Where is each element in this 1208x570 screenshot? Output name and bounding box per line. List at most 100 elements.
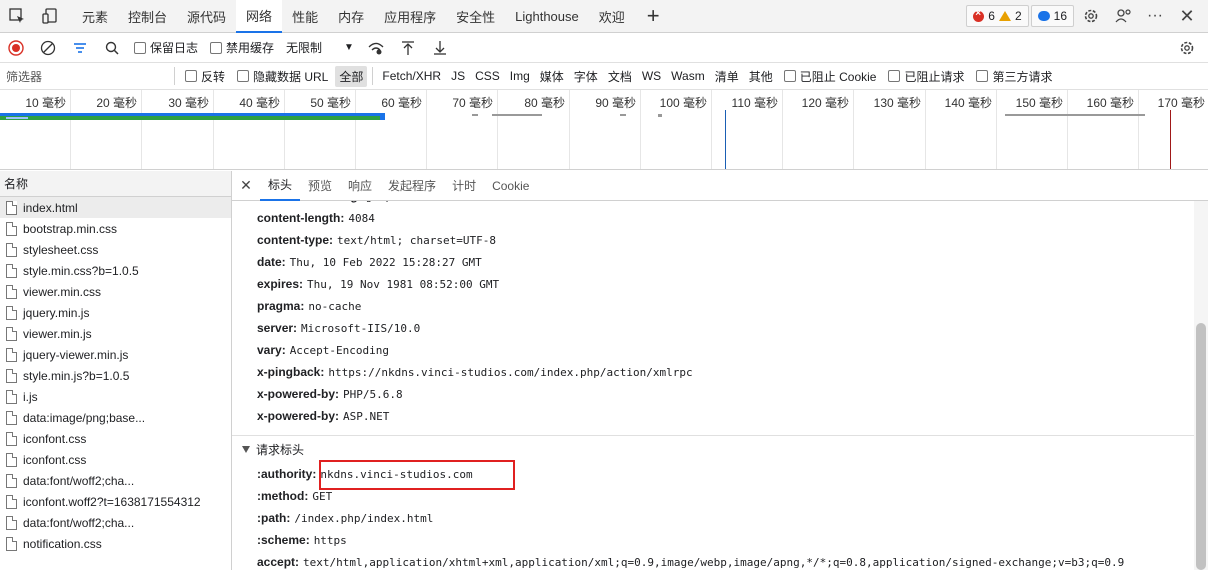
header-value: Accept-Encoding: [289, 344, 390, 357]
request-name: viewer.min.css: [23, 284, 102, 299]
timeline-tick-label: 140 毫秒: [944, 96, 992, 110]
inspect-element-icon[interactable]: [0, 0, 33, 33]
tab-1[interactable]: 控制台: [118, 0, 177, 33]
request-row[interactable]: data:image/png;base...: [0, 407, 231, 428]
request-row[interactable]: i.js: [0, 386, 231, 407]
resource-type-4[interactable]: Img: [506, 67, 534, 85]
resource-type-10[interactable]: 清单: [711, 66, 743, 87]
name-column-header[interactable]: 名称: [0, 171, 231, 197]
checkbox-box[interactable]: [976, 70, 989, 82]
file-icon: [6, 200, 17, 215]
import-har-icon[interactable]: [392, 33, 424, 63]
request-headers-section-toggle[interactable]: 请求标头: [232, 435, 1194, 463]
tab-2[interactable]: 源代码: [177, 0, 236, 33]
details-tab-1[interactable]: 预览: [300, 171, 340, 201]
disable-cache-checkbox[interactable]: 禁用缓存: [210, 39, 274, 56]
filter-icon[interactable]: [64, 33, 96, 63]
resource-type-8[interactable]: WS: [638, 67, 665, 85]
blocked-requests-checkbox[interactable]: 已阻止请求: [888, 68, 964, 85]
checkbox-box[interactable]: [185, 70, 197, 82]
header-name: pragma:: [257, 299, 305, 313]
request-row[interactable]: stylesheet.css: [0, 239, 231, 260]
filter-input[interactable]: 筛选器: [2, 65, 170, 87]
request-row[interactable]: viewer.min.js: [0, 323, 231, 344]
resource-type-5[interactable]: 媒体: [536, 66, 568, 87]
more-options-icon[interactable]: ···: [1140, 1, 1170, 31]
resource-type-0[interactable]: 全部: [335, 65, 368, 87]
request-row[interactable]: notification.css: [0, 533, 231, 554]
hide-data-urls-checkbox[interactable]: 隐藏数据 URL: [237, 68, 328, 85]
network-conditions-icon[interactable]: [360, 33, 392, 63]
checkbox-box[interactable]: [237, 70, 250, 82]
close-devtools-icon[interactable]: ✕: [1172, 1, 1202, 31]
request-row[interactable]: data:font/woff2;cha...: [0, 470, 231, 491]
details-scrollbar[interactable]: [1194, 201, 1208, 570]
preserve-log-checkbox[interactable]: 保留日志: [134, 39, 198, 56]
close-details-icon[interactable]: ✕: [232, 177, 260, 194]
request-row[interactable]: jquery-viewer.min.js: [0, 344, 231, 365]
device-emulation-icon[interactable]: [33, 0, 66, 33]
request-name: viewer.min.js: [23, 326, 92, 341]
header-value: Thu, 10 Feb 2022 15:28:27 GMT: [289, 256, 482, 269]
resource-type-2[interactable]: JS: [447, 67, 469, 85]
tab-3[interactable]: 网络: [236, 0, 283, 33]
feedback-icon[interactable]: [1108, 1, 1138, 31]
scrollbar-thumb[interactable]: [1196, 323, 1206, 570]
tab-9[interactable]: 欢迎: [589, 0, 635, 33]
tab-4[interactable]: 性能: [282, 0, 328, 33]
throttling-value: 无限制: [286, 41, 323, 55]
tab-label: 元素: [82, 9, 109, 25]
timeline-gridline: [711, 90, 712, 169]
checkbox-box[interactable]: [888, 70, 901, 82]
details-tab-2[interactable]: 响应: [340, 171, 380, 201]
request-row[interactable]: index.html: [0, 197, 231, 218]
tab-8[interactable]: Lighthouse: [505, 0, 589, 33]
network-overview-timeline[interactable]: 10 毫秒 20 毫秒 30 毫秒 40 毫秒 50 毫秒 60 毫秒 70 毫秒 80 毫秒…: [0, 90, 1208, 170]
invert-label: 反转: [201, 69, 226, 84]
timeline-request-bar: [658, 114, 662, 117]
request-row[interactable]: style.min.css?b=1.0.5: [0, 260, 231, 281]
resource-type-1[interactable]: Fetch/XHR: [378, 67, 445, 85]
clear-icon[interactable]: [32, 33, 64, 63]
request-row[interactable]: jquery.min.js: [0, 302, 231, 323]
record-stop-icon[interactable]: [0, 33, 32, 63]
details-tab-3[interactable]: 发起程序: [380, 171, 444, 201]
details-tab-4[interactable]: 计时: [444, 171, 484, 201]
request-row[interactable]: bootstrap.min.css: [0, 218, 231, 239]
request-name: style.min.js?b=1.0.5: [23, 368, 130, 383]
checkbox-box[interactable]: [210, 41, 223, 54]
settings-gear-icon[interactable]: [1076, 1, 1106, 31]
blocked-cookies-checkbox[interactable]: 已阻止 Cookie: [783, 68, 876, 85]
resource-type-11[interactable]: 其他: [745, 66, 777, 87]
resource-type-7[interactable]: 文档: [604, 66, 636, 87]
tab-6[interactable]: 应用程序: [374, 0, 446, 33]
resource-type-3[interactable]: CSS: [471, 67, 504, 85]
request-row[interactable]: iconfont.css: [0, 449, 231, 470]
request-row[interactable]: style.min.js?b=1.0.5: [0, 365, 231, 386]
resource-type-9[interactable]: Wasm: [667, 67, 709, 85]
add-tool-icon[interactable]: +: [635, 3, 672, 29]
export-har-icon[interactable]: [424, 33, 456, 63]
throttling-select[interactable]: 无限制 ▼: [280, 39, 360, 56]
resource-type-6[interactable]: 字体: [570, 66, 602, 87]
network-settings-gear-icon[interactable]: [1172, 33, 1202, 63]
details-tab-5[interactable]: Cookie: [484, 171, 537, 201]
file-icon: [6, 326, 17, 341]
messages-badge[interactable]: 16: [1030, 5, 1074, 27]
details-tab-0[interactable]: 标头: [260, 171, 301, 201]
search-icon[interactable]: [96, 33, 128, 63]
request-row[interactable]: viewer.min.css: [0, 281, 231, 302]
tab-7[interactable]: 安全性: [446, 0, 505, 33]
checkbox-box[interactable]: [783, 70, 796, 82]
request-row[interactable]: iconfont.css: [0, 428, 231, 449]
tab-0[interactable]: 元素: [72, 0, 118, 33]
checkbox-box[interactable]: [134, 41, 146, 54]
request-row[interactable]: iconfont.woff2?t=1638171554312: [0, 491, 231, 512]
timeline-request-bar: [6, 117, 28, 119]
tab-label: Lighthouse: [515, 8, 579, 24]
third-party-checkbox[interactable]: 第三方请求: [976, 68, 1053, 85]
invert-checkbox[interactable]: 反转: [185, 68, 225, 85]
request-row[interactable]: data:font/woff2;cha...: [0, 512, 231, 533]
tab-5[interactable]: 内存: [328, 0, 374, 33]
issues-badge[interactable]: 6 2: [966, 5, 1029, 27]
